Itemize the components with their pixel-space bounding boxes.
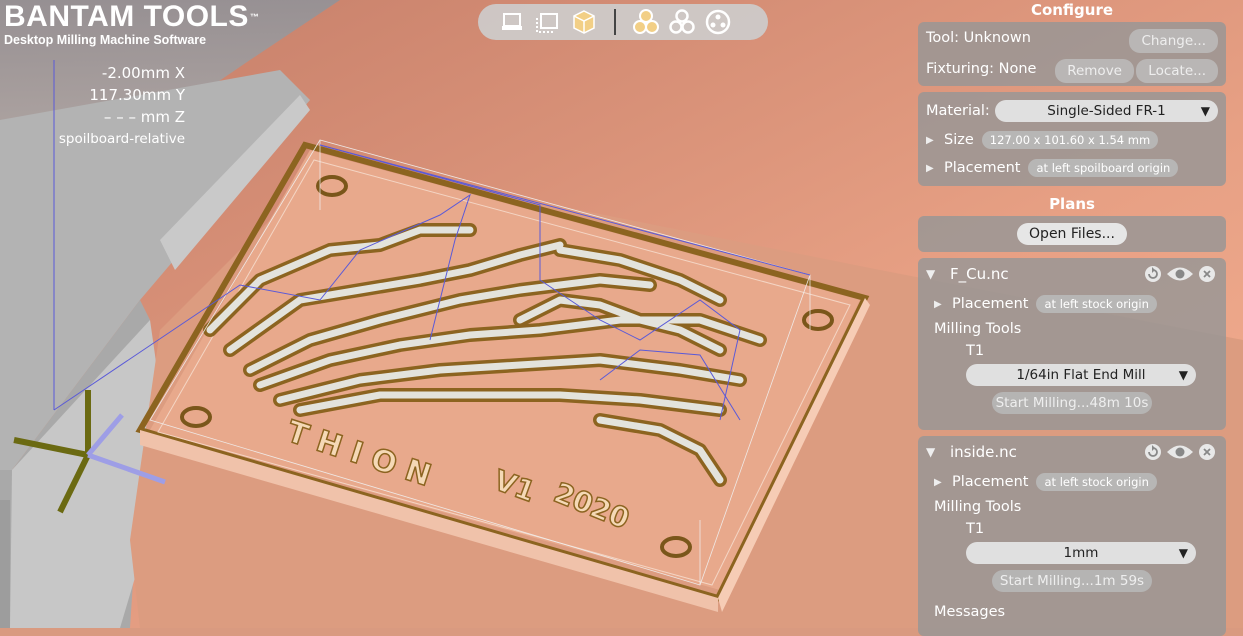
- collapse-triangle-icon[interactable]: ▼: [926, 445, 944, 459]
- fixturing-label: Fixturing: None: [926, 61, 1037, 77]
- refresh-icon[interactable]: [1144, 265, 1162, 283]
- collapse-triangle-icon[interactable]: ▼: [926, 267, 944, 281]
- remove-fixture-button[interactable]: Remove: [1055, 59, 1134, 83]
- tool-select[interactable]: 1mm ▼: [966, 542, 1196, 564]
- material-select[interactable]: Single-Sided FR-1 ▼: [995, 100, 1218, 122]
- expand-triangle-icon: ▶: [934, 298, 942, 310]
- plan-file-card: ▼ inside.nc ▶ Placement at left stock or…: [918, 436, 1226, 636]
- milling-tools-label: Milling Tools: [934, 321, 1022, 337]
- tool-id-label: T1: [966, 521, 985, 537]
- position-mode: spoilboard-relative: [58, 131, 185, 147]
- expand-triangle-icon: ▶: [934, 476, 942, 488]
- eye-icon[interactable]: [1166, 265, 1194, 283]
- change-tool-button[interactable]: Change...: [1129, 29, 1218, 53]
- brand-logo: BANTAM TOOLS™ Desktop Milling Machine So…: [4, 0, 259, 47]
- tool-fixture-box: Tool: Unknown Change... Fixturing: None …: [918, 22, 1226, 86]
- tool-value: 1/64in Flat End Mill: [1016, 367, 1146, 383]
- front-view-icon[interactable]: [496, 6, 528, 38]
- file-name: inside.nc: [950, 443, 1017, 461]
- locate-fixture-button[interactable]: Locate...: [1136, 59, 1218, 83]
- size-row[interactable]: ▶ Size 127.00 x 101.60 x 1.54 mm: [926, 126, 1218, 154]
- configure-title: Configure: [1030, 1, 1114, 19]
- placement-value: at left stock origin: [1036, 473, 1157, 491]
- placement-value: at left stock origin: [1036, 295, 1157, 313]
- messages-label: Messages: [934, 604, 1006, 620]
- material-box: Material: Single-Sided FR-1 ▼ ▶ Size 127…: [918, 92, 1226, 186]
- expand-triangle-icon: ▶: [926, 162, 934, 174]
- toolbar-divider: [614, 9, 616, 35]
- position-y: 117.30mm Y: [89, 86, 185, 104]
- view-toolbar: [478, 4, 768, 40]
- file-placement-row[interactable]: ▶ Placement at left stock origin: [926, 468, 1218, 496]
- tool-value: 1mm: [1063, 545, 1099, 561]
- side-panel: Configure Tool: Unknown Change... Fixtur…: [914, 0, 1230, 636]
- placement-label: Placement: [952, 296, 1029, 312]
- holes-view-icon[interactable]: [702, 6, 734, 38]
- close-icon[interactable]: [1198, 443, 1216, 461]
- eye-icon[interactable]: [1166, 443, 1194, 461]
- placement-value: at left spoilboard origin: [1028, 159, 1179, 177]
- placement-label: Placement: [944, 160, 1021, 176]
- brand-name: BANTAM TOOLS: [4, 0, 249, 33]
- trademark-symbol: ™: [249, 12, 260, 22]
- start-milling-button[interactable]: Start Milling...1m 59s: [992, 570, 1152, 592]
- open-files-button[interactable]: Open Files...: [1017, 223, 1127, 245]
- caret-down-icon: ▼: [1178, 546, 1188, 560]
- tool-select[interactable]: 1/64in Flat End Mill ▼: [966, 364, 1196, 386]
- tool-id-label: T1: [966, 343, 985, 359]
- size-value: 127.00 x 101.60 x 1.54 mm: [981, 131, 1159, 149]
- 3d-view-icon[interactable]: [568, 6, 600, 38]
- board-outline-icon[interactable]: [666, 6, 698, 38]
- caret-down-icon: ▼: [1200, 104, 1210, 118]
- position-z: – – – mm Z: [103, 108, 185, 126]
- material-label: Material:: [926, 103, 990, 119]
- milling-tools-label: Milling Tools: [934, 499, 1022, 515]
- tool-label: Tool: Unknown: [926, 30, 1031, 46]
- toolpath-view-icon[interactable]: [630, 6, 662, 38]
- placement-label: Placement: [952, 474, 1029, 490]
- top-view-icon[interactable]: [532, 6, 564, 38]
- caret-down-icon: ▼: [1178, 368, 1188, 382]
- brand-tagline: Desktop Milling Machine Software: [4, 33, 207, 47]
- refresh-icon[interactable]: [1144, 443, 1162, 461]
- material-value: Single-Sided FR-1: [1047, 103, 1166, 119]
- start-milling-button[interactable]: Start Milling...48m 10s: [992, 392, 1152, 414]
- file-name: F_Cu.nc: [950, 265, 1009, 283]
- position-x: -2.00mm X: [101, 64, 185, 82]
- close-icon[interactable]: [1198, 265, 1216, 283]
- plan-file-card: ▼ F_Cu.nc ▶ Placement at left stock orig…: [918, 258, 1226, 430]
- open-files-box: Open Files...: [918, 216, 1226, 252]
- position-readout: -2.00mm X 117.30mm Y – – – mm Z spoilboa…: [40, 62, 185, 150]
- stock-placement-row[interactable]: ▶ Placement at left spoilboard origin: [926, 154, 1218, 182]
- expand-triangle-icon: ▶: [926, 134, 934, 146]
- size-label: Size: [944, 132, 974, 148]
- file-placement-row[interactable]: ▶ Placement at left stock origin: [926, 290, 1218, 318]
- plans-title: Plans: [1049, 195, 1095, 213]
